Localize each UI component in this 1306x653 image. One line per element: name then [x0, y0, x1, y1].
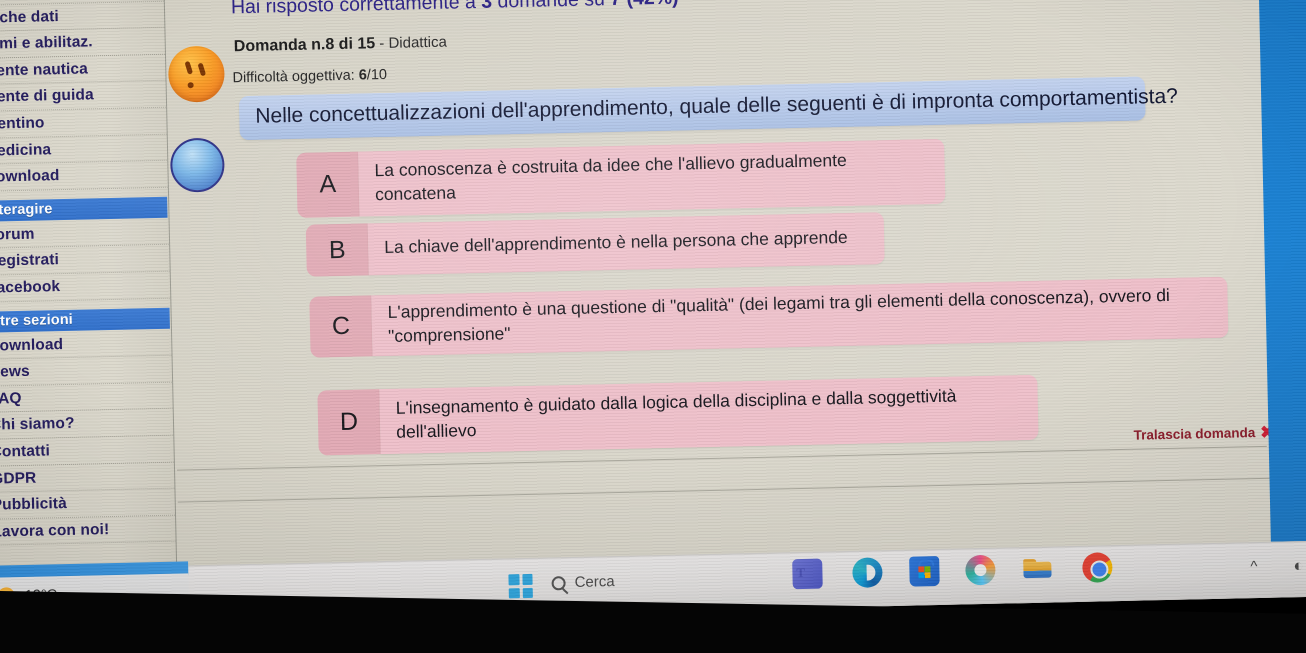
taskbar-search[interactable]: Cerca — [551, 573, 615, 591]
score-correct: 3 — [481, 0, 493, 13]
score-middle: domande su — [491, 0, 611, 13]
face-eye-left — [184, 60, 194, 75]
teams-icon[interactable] — [792, 558, 823, 590]
microsoft-store-icon[interactable] — [909, 555, 940, 587]
skip-question-link[interactable]: Tralascia domanda ✖ — [1133, 423, 1275, 444]
sidebar-item-label: Forum — [0, 225, 35, 244]
sidebar-item-label: Download — [0, 167, 60, 186]
answer-option-c[interactable]: C L'apprendimento è una questione di "qu… — [309, 276, 1229, 358]
sidebar-item-label: atentino — [0, 114, 45, 133]
wifi-icon[interactable]: ◐ — [1293, 556, 1306, 575]
face-eye-right — [197, 62, 207, 77]
start-tile-3 — [508, 587, 520, 599]
difficulty-line: Difficoltà oggettiva: 6/10 — [232, 67, 387, 86]
monitor-photo: le concorsi andinew anche dati sami e ab… — [0, 0, 1306, 653]
sidebar-item-pubblicita[interactable]: Pubblicità — [0, 488, 176, 520]
question-number: Domanda n.8 di 15 — [233, 35, 376, 56]
search-input-placeholder: Cerca — [574, 573, 615, 591]
answer-option-d[interactable]: D L'insegnamento è guidato dalla logica … — [317, 374, 1039, 456]
file-explorer-icon[interactable] — [1022, 554, 1053, 585]
sidebar-item-contatti[interactable]: Contatti — [0, 435, 174, 467]
sidebar-section-label: altre sezioni — [0, 311, 74, 330]
face-mouth — [187, 82, 194, 89]
answer-option-a[interactable]: A La conoscenza è costruita da idee che … — [296, 138, 946, 219]
blue-sphere-icon — [169, 137, 225, 193]
sidebar-item-download-top[interactable]: Download — [0, 160, 168, 192]
difficulty-label: Difficoltà oggettiva: — [232, 67, 359, 87]
score-summary: Hai risposto correttamente a 3 domande s… — [231, 0, 679, 19]
sidebar-item-label: Registrati — [0, 251, 60, 271]
score-percent: (42%) — [621, 0, 678, 10]
question-category: - Didattica — [374, 33, 448, 53]
answer-option-b[interactable]: B La chiave dell'apprendimento è nella p… — [305, 212, 885, 277]
sidebar-item-label: Medicina — [0, 140, 52, 160]
sidebar-item-lavora-con-noi[interactable]: Lavora con noi! — [0, 515, 176, 546]
sidebar-section-label: interagire — [0, 201, 53, 219]
monitor-screen-surface: le concorsi andinew anche dati sami e ab… — [0, 0, 1306, 626]
sidebar-item-gdpr[interactable]: GDPR — [0, 462, 175, 493]
sidebar-item-forum[interactable]: Forum — [0, 218, 170, 250]
sidebar-item-label: sami e abilitaz. — [0, 33, 93, 53]
sidebar-item-banche-dati[interactable]: anche dati — [0, 1, 165, 32]
sidebar-item-label: Lavora con noi! — [0, 520, 110, 541]
answer-letter: B — [305, 223, 369, 277]
skip-question-label: Tralascia domanda — [1133, 425, 1256, 443]
score-total: 7 — [610, 0, 621, 10]
answer-text: L'insegnamento è guidato dalla logica de… — [379, 374, 1039, 455]
answer-text: L'apprendimento è una questione di "qual… — [371, 276, 1229, 357]
sidebar-item-label: FAQ — [0, 389, 22, 408]
answer-letter: A — [296, 151, 360, 219]
answer-text: La conoscenza è costruita da idee che l'… — [358, 138, 946, 217]
sidebar-item-esami-abilitaz[interactable]: sami e abilitaz. — [0, 27, 165, 59]
sidebar-item-download[interactable]: Download — [0, 329, 172, 360]
sidebar-section-altre-sezioni: altre sezioni — [0, 307, 170, 333]
sidebar-item-label: atente nautica — [0, 60, 89, 80]
smiley-face-icon — [167, 45, 226, 103]
answer-letter: D — [317, 389, 381, 456]
divider-bottom — [177, 477, 1278, 503]
sidebar: le concorsi andinew anche dati sami e ab… — [0, 0, 178, 606]
sidebar-section-interagire: interagire — [0, 196, 168, 222]
answer-text: La chiave dell'apprendimento è nella per… — [367, 212, 885, 276]
sidebar-item-label: News — [0, 362, 30, 381]
sidebar-item-label: Chi siamo? — [0, 415, 75, 434]
start-tile-2 — [521, 573, 533, 585]
sidebar-item-label: Facebook — [0, 278, 61, 297]
sidebar-item-label: Pubblicità — [0, 495, 68, 514]
sidebar-item-medicina[interactable]: Medicina — [0, 134, 168, 165]
chrome-icon[interactable] — [1082, 552, 1113, 583]
sidebar-item-label: GDPR — [0, 469, 37, 488]
search-icon — [551, 575, 566, 590]
sidebar-item-patente-nautica[interactable]: atente nautica — [0, 54, 166, 86]
browser-page: le concorsi andinew anche dati sami e ab… — [0, 0, 1306, 606]
start-tile-1 — [508, 574, 520, 585]
quiz-main: Hai risposto correttamente a 3 domande s… — [166, 0, 1306, 582]
sidebar-item-facebook[interactable]: Facebook — [0, 271, 171, 303]
difficulty-max: /10 — [366, 66, 388, 84]
edge-icon[interactable] — [852, 557, 883, 588]
sidebar-item-patentino[interactable]: atentino — [0, 107, 167, 139]
question-text: Nelle concettualizzazioni dell'apprendim… — [238, 76, 1178, 141]
sidebar-item-patente-di-guida[interactable]: atente di guida — [0, 81, 167, 112]
score-prefix: Hai risposto correttamente a — [230, 0, 482, 19]
question-meta: Domanda n.8 di 15 - Didattica — [234, 34, 447, 57]
sidebar-item-chi-siamo[interactable]: Chi siamo? — [0, 408, 174, 440]
sidebar-item-faq[interactable]: FAQ — [0, 382, 173, 414]
sidebar-item-label: Contatti — [0, 442, 51, 461]
start-tile-4 — [522, 587, 533, 599]
chevron-up-icon[interactable]: ^ — [1250, 558, 1264, 575]
copilot-icon[interactable] — [965, 554, 996, 586]
sidebar-item-label: Download — [0, 335, 64, 355]
answer-letter: C — [309, 295, 373, 358]
sidebar-item-label: anche dati — [0, 7, 59, 27]
windows-start-icon[interactable] — [508, 573, 533, 599]
sidebar-item-registrati[interactable]: Registrati — [0, 245, 170, 276]
sidebar-item-news[interactable]: News — [0, 355, 173, 387]
sidebar-item-label: atente di guida — [0, 86, 94, 107]
